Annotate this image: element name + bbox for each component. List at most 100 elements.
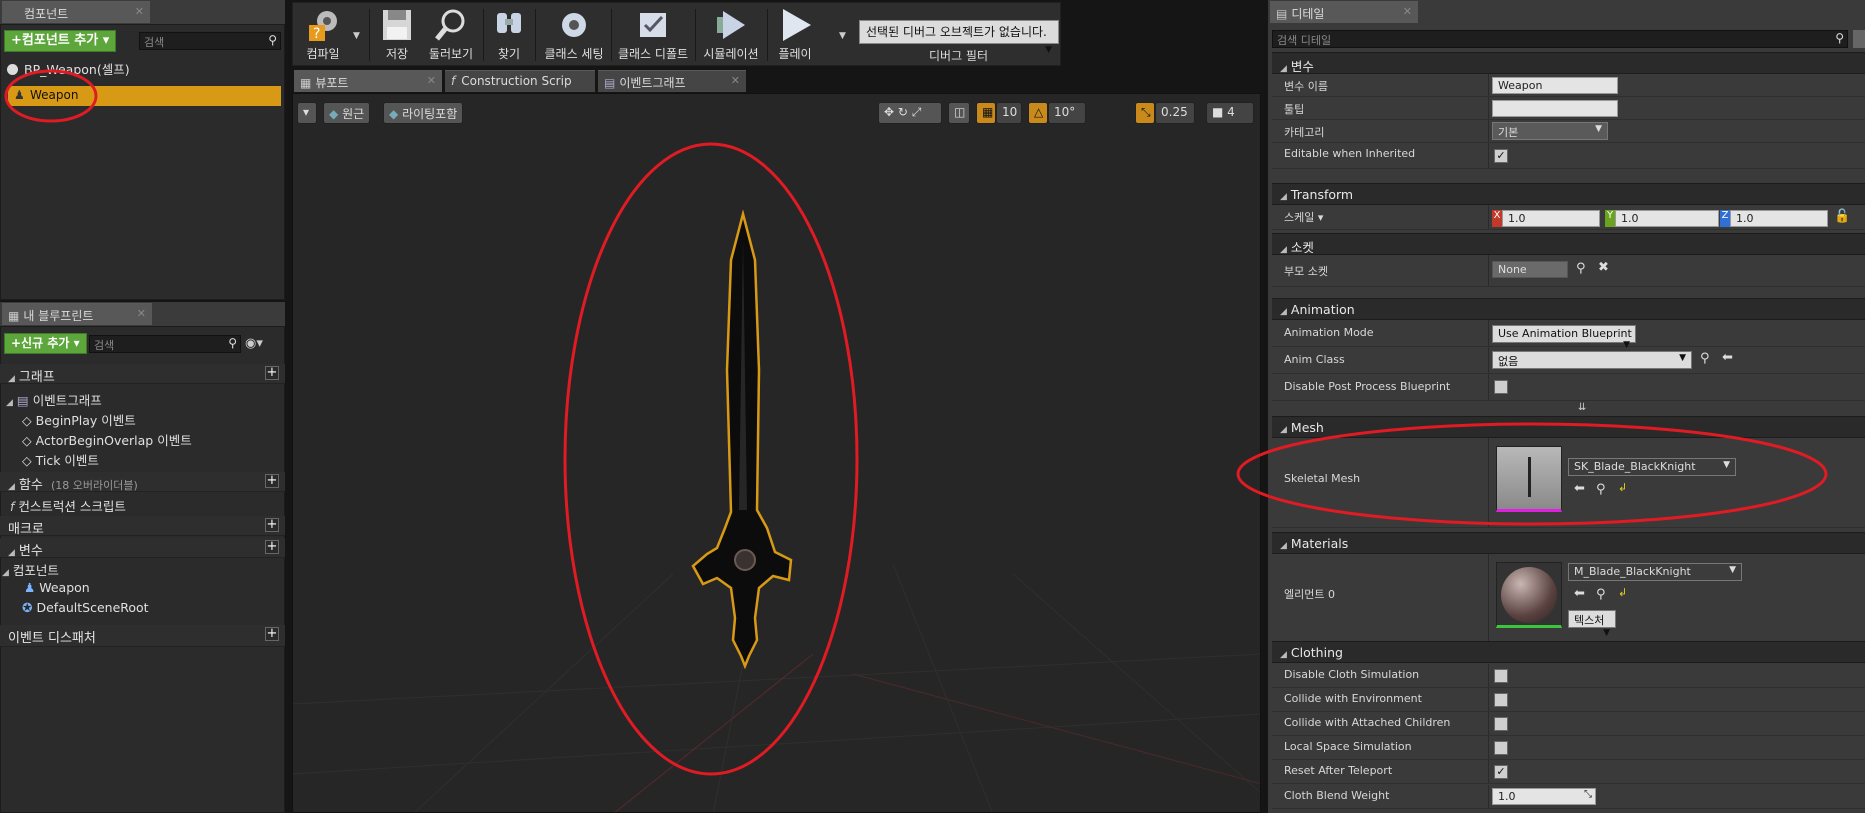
viewport[interactable]: ▾ ◆ 원근 ◆ 라이팅포함 ✥ ↻ ⤢ ◫ ▦ 10 △ 10° ⤡ 0.25… xyxy=(292,93,1261,813)
new-add-button[interactable]: +신규 추가 ▾ xyxy=(4,333,87,354)
event-dispatchers-section[interactable]: 이벤트 디스패처 + xyxy=(0,625,285,647)
add-dispatcher-icon[interactable]: + xyxy=(265,627,279,641)
graph-section[interactable]: ◢ 그래프 + xyxy=(0,364,285,385)
close-icon[interactable]: ✕ xyxy=(137,307,146,320)
browse-button[interactable]: 둘러보기 xyxy=(423,5,479,65)
cloth-blend-weight-input[interactable]: 1.0 ⤡ xyxy=(1492,788,1596,805)
scene-root-icon: ✪ xyxy=(22,600,33,615)
disable-post-process-checkbox[interactable] xyxy=(1494,380,1508,394)
clothing-option-checkbox[interactable]: ✓ xyxy=(1494,765,1508,779)
add-function-icon[interactable]: + xyxy=(265,474,279,488)
chevron-down-icon[interactable]: ▼ xyxy=(839,31,846,41)
functions-section[interactable]: ◢ 함수 (18 오버라이더블) + xyxy=(0,472,285,493)
component-variable-item[interactable]: ✪ DefaultSceneRoot xyxy=(22,600,149,615)
tab-viewport[interactable]: ▦ 뷰포트 ✕ xyxy=(294,70,442,92)
scale-snap-value[interactable]: 0.25 xyxy=(1155,102,1195,124)
clothing-option-checkbox[interactable] xyxy=(1494,741,1508,755)
tab-my-blueprint[interactable]: ▦ 내 블루프린트 ✕ xyxy=(2,303,152,325)
close-icon[interactable]: ✕ xyxy=(1403,5,1412,18)
animation-mode-select[interactable]: Use Animation Blueprint ▼ xyxy=(1492,325,1636,350)
use-selected-arrow-icon[interactable]: ⬅ xyxy=(1722,350,1733,365)
collapse-triangle-icon: ◢ xyxy=(1280,192,1287,202)
macros-section[interactable]: 매크로 + xyxy=(0,516,285,537)
component-variable-item[interactable]: ♟ Weapon xyxy=(24,580,90,595)
textures-dropdown[interactable]: 텍스처 ▼ xyxy=(1568,610,1616,638)
grid-snap-value[interactable]: 10 xyxy=(996,102,1022,124)
add-component-button[interactable]: +컴포넌트 추가 ▾ xyxy=(4,30,117,52)
clothing-option-checkbox[interactable] xyxy=(1494,669,1508,683)
construction-script-item[interactable]: f 컨스트럭션 스크립트 xyxy=(10,496,126,515)
debug-object-select[interactable]: 선택된 디버그 오브젝트가 없습니다. ▼ xyxy=(859,20,1059,55)
event-item[interactable]: ◇ ActorBeginOverlap 이벤트 xyxy=(22,430,192,449)
toolbar-separator xyxy=(369,9,370,61)
rotation-snap-value[interactable]: 10° xyxy=(1048,102,1086,124)
details-section-transform[interactable]: ◢ Transform xyxy=(1272,183,1865,205)
components-search-input[interactable]: 검색 ⚲ xyxy=(139,32,281,50)
material-select[interactable]: M_Blade_BlackKnight ▼ xyxy=(1568,563,1742,581)
class-settings-button[interactable]: 클래스 세팅 xyxy=(539,5,609,65)
anim-class-select[interactable]: 없음 ▼ xyxy=(1492,351,1692,369)
clear-x-icon[interactable]: ✖ xyxy=(1598,260,1609,275)
camera-speed-button[interactable]: ■ 4 xyxy=(1206,102,1254,124)
tab-construction-script[interactable]: f Construction Scrip xyxy=(445,70,595,92)
editable-inherited-checkbox[interactable]: ✓ xyxy=(1494,149,1508,163)
grid-snap-toggle[interactable]: ▦ xyxy=(976,102,996,124)
details-section-variables[interactable]: ◢ 변수 xyxy=(1272,52,1865,74)
details-search-input[interactable]: 검색 디테일 ⚲ xyxy=(1272,30,1848,48)
lock-icon[interactable]: 🔓 xyxy=(1834,209,1850,224)
compile-button[interactable]: ? 컴파일 xyxy=(297,5,349,65)
tooltip-input[interactable] xyxy=(1492,100,1618,117)
tab-components[interactable]: 컴포넌트 ✕ xyxy=(2,1,150,23)
clothing-option-checkbox[interactable] xyxy=(1494,717,1508,731)
class-defaults-button[interactable]: 클래스 디폴트 xyxy=(615,5,691,65)
tab-event-graph[interactable]: ▤ 이벤트그래프 ✕ xyxy=(598,70,746,92)
transform-tools[interactable]: ✥ ↻ ⤢ xyxy=(878,102,942,124)
clothing-option-checkbox[interactable] xyxy=(1494,693,1508,707)
lighting-button[interactable]: ◆ 라이팅포함 xyxy=(383,102,464,124)
chevron-down-icon[interactable]: ▼ xyxy=(353,31,360,41)
advanced-expand-icon[interactable]: ⇊ xyxy=(1578,402,1586,413)
add-macro-icon[interactable]: + xyxy=(265,518,279,532)
details-section-materials[interactable]: ◢ Materials xyxy=(1272,532,1865,554)
scale-label[interactable]: 스케일 ▾ xyxy=(1284,209,1323,225)
close-icon[interactable]: ✕ xyxy=(731,74,740,87)
simulation-button[interactable]: 시뮬레이션 xyxy=(699,5,763,65)
close-icon[interactable]: ✕ xyxy=(135,5,144,18)
viewport-options-button[interactable]: ▾ xyxy=(297,102,317,124)
search-icon[interactable]: ⚲ xyxy=(1596,587,1606,602)
scale-y-input[interactable]: 1.0 xyxy=(1615,210,1719,227)
reset-icon[interactable]: ↲ xyxy=(1618,586,1627,599)
perspective-button[interactable]: ◆ 원근 xyxy=(323,102,371,124)
scale-z-input[interactable]: 1.0 xyxy=(1730,210,1828,227)
blueprint-search-input[interactable]: 검색 ⚲ xyxy=(89,335,241,353)
details-section-animation[interactable]: ◢ Animation xyxy=(1272,298,1865,320)
event-item[interactable]: ◇ Tick 이벤트 xyxy=(22,450,99,469)
details-section-sockets[interactable]: ◢ 소켓 xyxy=(1272,233,1865,255)
category-select[interactable]: 기본 ▼ xyxy=(1492,122,1608,140)
components-category[interactable]: ◢ 컴포넌트 xyxy=(2,560,59,579)
rotation-snap-toggle[interactable]: △ xyxy=(1028,102,1048,124)
checklist-icon xyxy=(640,13,666,37)
find-button[interactable]: 찾기 xyxy=(487,5,531,65)
material-thumbnail[interactable] xyxy=(1496,562,1562,628)
scale-x-input[interactable]: 1.0 xyxy=(1502,210,1600,227)
variable-name-input[interactable]: Weapon xyxy=(1492,77,1618,94)
event-graph-item[interactable]: ◢ ▤ 이벤트그래프 xyxy=(6,390,102,409)
grid-view-icon[interactable] xyxy=(1853,30,1865,48)
save-button[interactable]: 저장 xyxy=(375,5,419,65)
parent-socket-input[interactable]: None xyxy=(1492,261,1568,278)
close-icon[interactable]: ✕ xyxy=(427,74,436,87)
eye-icon[interactable]: ◉▾ xyxy=(245,336,263,351)
details-section-clothing[interactable]: ◢ Clothing xyxy=(1272,641,1865,663)
play-button[interactable]: 플레이 xyxy=(771,5,819,65)
search-icon[interactable]: ⚲ xyxy=(1700,351,1710,366)
use-selected-arrow-icon[interactable]: ⬅ xyxy=(1574,586,1585,601)
add-graph-icon[interactable]: + xyxy=(265,366,279,380)
world-local-button[interactable]: ◫ xyxy=(948,102,970,124)
event-item[interactable]: ◇ BeginPlay 이벤트 xyxy=(22,410,136,429)
scale-snap-toggle[interactable]: ⤡ xyxy=(1135,102,1155,124)
tab-details[interactable]: ▤ 디테일 ✕ xyxy=(1270,1,1418,23)
add-variable-icon[interactable]: + xyxy=(265,540,279,554)
variables-section[interactable]: ◢ 변수 + xyxy=(0,538,285,559)
search-icon[interactable]: ⚲ xyxy=(1576,261,1586,276)
